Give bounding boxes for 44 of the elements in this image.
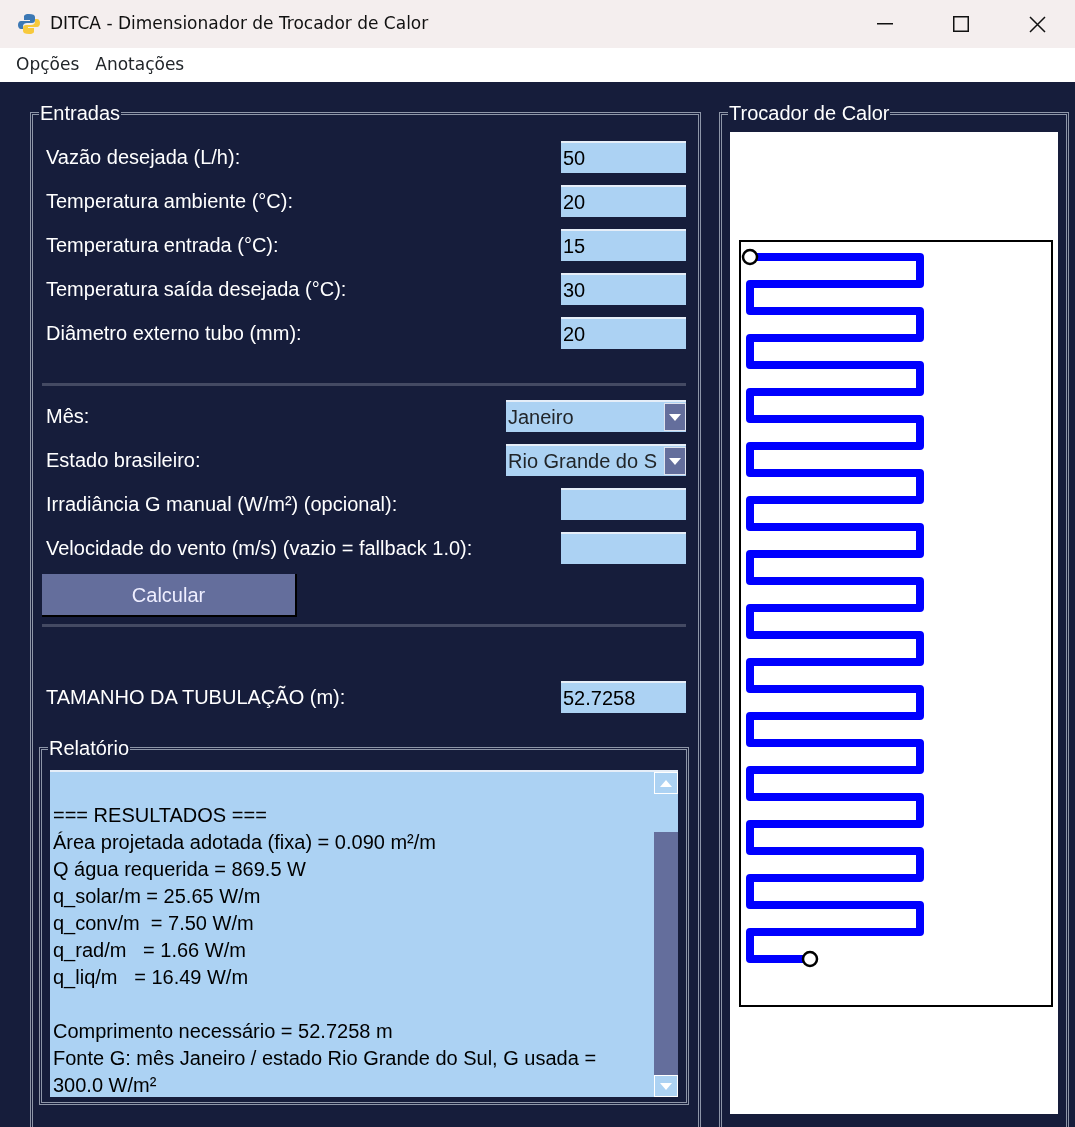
window-title: DITCA - Dimensionador de Trocador de Calor [50, 12, 430, 36]
dropdown[interactable]: Rio Grande do S [506, 444, 686, 476]
report-line: q_conv/m = 7.50 W/m [53, 911, 255, 937]
field-label: Irradiância G manual (W/m²) (opcional): [46, 492, 398, 517]
report-line: q_rad/m = 1.66 W/m [53, 938, 247, 964]
input-field[interactable]: 30 [561, 273, 686, 305]
dropdown-arrow-icon [669, 413, 681, 421]
input-field[interactable] [561, 488, 686, 520]
field-label: Diâmetro externo tubo (mm): [46, 321, 302, 346]
down-arrow-icon [660, 1082, 672, 1090]
report-line: Fonte G: mês Janeiro / estado Rio Grande do Sul, G usada = 300.0 W/m² [53, 1046, 598, 1098]
scroll-down-button[interactable] [654, 1075, 678, 1097]
scroll-up-button[interactable] [654, 772, 678, 794]
field-label: Estado brasileiro: [46, 448, 201, 473]
close-icon [1028, 15, 1046, 33]
scrollbar[interactable] [654, 772, 678, 1097]
report-line: === RESULTADOS === [53, 803, 268, 828]
calculate-button[interactable]: Calcular [42, 574, 297, 617]
input-field[interactable] [561, 532, 686, 564]
dropdown[interactable]: Janeiro [506, 400, 686, 432]
input-field[interactable]: 15 [561, 229, 686, 261]
dropdown-arrow-icon [669, 457, 681, 465]
report-line: q_liq/m = 16.49 W/m [53, 965, 250, 991]
field-label: Temperatura entrada (°C): [46, 233, 279, 258]
report-line: q_solar/m = 25.65 W/m [53, 884, 262, 910]
field-label: Velocidade do vento (m/s) (vazio = fallback 1.0): [46, 536, 473, 561]
python-logo-icon [18, 13, 40, 35]
report-line: Comprimento necessário = 52.7258 m [53, 1019, 394, 1044]
menu-item[interactable]: Anotações [87, 52, 193, 78]
report-line: Área projetada adotada (fixa) = 0.090 m²/m [53, 830, 437, 855]
report-line: Q água requerida = 869.5 W [53, 857, 307, 882]
maximize-icon [953, 16, 969, 32]
field-label: Temperatura saída desejada (°C): [46, 277, 347, 302]
result-label: TAMANHO DA TUBULAÇÃO (m): [46, 684, 346, 710]
field-label: Vazão desejada (L/h): [46, 145, 241, 170]
minimize-icon [877, 23, 893, 25]
menu-item[interactable]: Opções [8, 52, 88, 78]
input-field[interactable]: 50 [561, 141, 686, 173]
up-arrow-icon [660, 779, 672, 787]
field-label: Mês: [46, 404, 90, 429]
input-field[interactable]: 20 [561, 317, 686, 349]
result-field[interactable]: 52.7258 [561, 681, 686, 713]
input-field[interactable]: 20 [561, 185, 686, 217]
field-label: Temperatura ambiente (°C): [46, 189, 293, 214]
